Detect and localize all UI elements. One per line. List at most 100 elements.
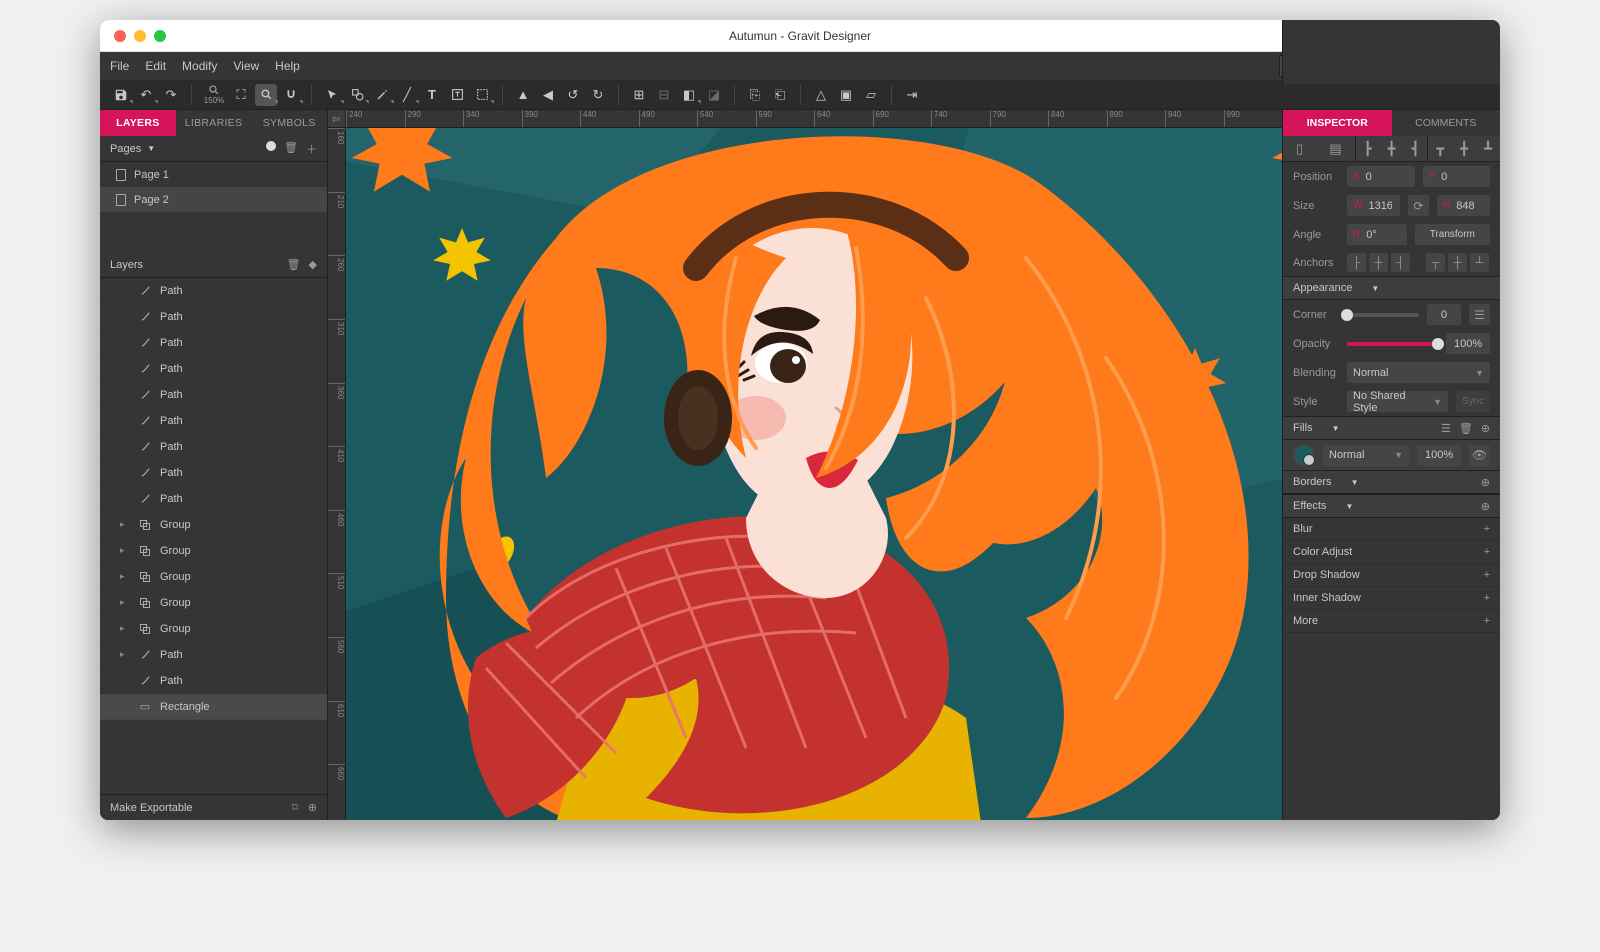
menu-view[interactable]: View [233, 59, 259, 73]
redo-button[interactable]: ↷ [160, 84, 182, 106]
anchor-right[interactable]: ┤ [1391, 253, 1410, 272]
effect-row[interactable]: Color Adjust+ [1283, 541, 1500, 564]
fill-visibility-icon[interactable]: 👁 [1469, 445, 1490, 466]
outline-path-button[interactable]: ▣ [835, 84, 857, 106]
blending-select[interactable]: Normal▼ [1347, 362, 1490, 383]
kebab-menu-icon[interactable]: ⋮ [1283, 66, 1484, 84]
fill-settings-icon[interactable]: ☰ [1441, 422, 1451, 435]
fills-section[interactable]: Fills ▼ ☰🗑⊕ [1283, 416, 1500, 440]
add-layer-icon[interactable]: ◆ [309, 258, 317, 271]
anchor-vcenter[interactable]: ┼ [1448, 253, 1467, 272]
align-right-icon[interactable]: ┫ [1411, 141, 1419, 157]
delete-layer-icon[interactable]: 🗑 [287, 258, 301, 271]
layer-row[interactable]: Path [100, 668, 327, 694]
sync-style-button[interactable]: Sync [1456, 391, 1490, 412]
align-vcenter-icon[interactable]: ╋ [1460, 141, 1468, 157]
effects-section[interactable]: Effects ▼ ⊕ [1283, 494, 1500, 518]
undo-button[interactable]: ↶ [135, 84, 157, 106]
page-row-selected[interactable]: Page 2 [100, 187, 327, 212]
tab-inspector[interactable]: INSPECTOR [1283, 110, 1392, 136]
add-border-icon[interactable]: ⊕ [1481, 476, 1490, 489]
close-window-button[interactable] [114, 30, 126, 42]
maximize-window-button[interactable] [154, 30, 166, 42]
layer-row[interactable]: Path [100, 460, 327, 486]
layer-row[interactable]: Path [100, 382, 327, 408]
export-button[interactable]: ⇥ [901, 84, 923, 106]
pen-tool-button[interactable] [371, 84, 393, 106]
layer-row[interactable]: ▸Group [100, 512, 327, 538]
delete-page-icon[interactable]: 🗑 [284, 141, 298, 157]
layer-row[interactable]: ▸Group [100, 564, 327, 590]
anchor-top[interactable]: ┬ [1426, 253, 1445, 272]
fit-screen-button[interactable]: ⛶ [230, 84, 252, 106]
layer-row[interactable]: ▸Path [100, 642, 327, 668]
export-settings-icon[interactable]: ⌑ [292, 801, 298, 814]
layer-row[interactable]: ▭Rectangle [100, 694, 327, 720]
pointer-tool-button[interactable] [321, 84, 343, 106]
align-selection-icon[interactable]: ▤ [1329, 141, 1341, 157]
master-page-icon[interactable] [266, 141, 276, 151]
ruler-unit[interactable]: px [328, 110, 346, 128]
align-top-icon[interactable]: ┳ [1436, 141, 1444, 157]
boolean-button[interactable]: ◧ [678, 84, 700, 106]
zoom-display[interactable]: 150% [201, 84, 227, 105]
ruler-horizontal[interactable]: px24029034039044049054059064069074079084… [328, 110, 1282, 128]
delete-fill-icon[interactable]: 🗑 [1459, 422, 1473, 435]
layer-row[interactable]: ▸Group [100, 538, 327, 564]
menu-edit[interactable]: Edit [145, 59, 166, 73]
transform-button[interactable]: Transform [1415, 224, 1490, 245]
slice-tool-button[interactable] [471, 84, 493, 106]
layer-row[interactable]: Path [100, 330, 327, 356]
height-field[interactable]: H [1437, 195, 1490, 216]
mask-button[interactable]: ◪ [703, 84, 725, 106]
create-symbol-button[interactable]: ⎘ [744, 84, 766, 106]
corner-slider[interactable] [1347, 313, 1419, 317]
add-export-icon[interactable]: ⊕ [308, 801, 317, 814]
layers-list[interactable]: PathPathPathPathPathPathPathPathPath▸Gro… [100, 278, 327, 794]
appearance-section[interactable]: Appearance ▼ [1283, 276, 1500, 300]
layer-row[interactable]: ▸Group [100, 616, 327, 642]
group-button[interactable]: ⊞ [628, 84, 650, 106]
shape-tool-button[interactable] [346, 84, 368, 106]
text-frame-button[interactable] [446, 84, 468, 106]
ruler-vertical[interactable]: 160210260310360410460510560610660710 [328, 128, 346, 820]
zoom-tool-button[interactable] [255, 84, 277, 106]
align-hcenter-icon[interactable]: ╋ [1388, 141, 1396, 157]
effect-row[interactable]: Blur+ [1283, 518, 1500, 541]
angle-field[interactable]: R [1347, 224, 1407, 245]
line-tool-button[interactable]: ╱ [396, 84, 418, 106]
ungroup-button[interactable]: ⊟ [653, 84, 675, 106]
anchor-hcenter[interactable]: ┼ [1369, 253, 1388, 272]
position-y-field[interactable]: Y [1423, 166, 1491, 187]
flatten-button[interactable]: ▱ [860, 84, 882, 106]
text-tool-button[interactable]: T [421, 84, 443, 106]
layer-row[interactable]: ▸Group [100, 590, 327, 616]
layer-row[interactable]: Path [100, 408, 327, 434]
menu-modify[interactable]: Modify [182, 59, 217, 73]
fill-opacity-field[interactable] [1417, 445, 1461, 466]
position-x-field[interactable]: X [1347, 166, 1415, 187]
align-left-icon[interactable]: ┣ [1364, 141, 1372, 157]
snap-button[interactable] [280, 84, 302, 106]
align-canvas-icon[interactable]: ▯ [1296, 141, 1303, 157]
layer-row[interactable]: Path [100, 356, 327, 382]
tab-symbols[interactable]: SYMBOLS [251, 110, 327, 136]
add-page-icon[interactable]: ＋ [306, 141, 317, 157]
corner-options-icon[interactable]: ☰ [1469, 304, 1490, 325]
menu-file[interactable]: File [110, 59, 129, 73]
style-select[interactable]: No Shared Style▼ [1347, 391, 1448, 412]
menu-help[interactable]: Help [275, 59, 300, 73]
flip-h-button[interactable]: ▲ [512, 84, 534, 106]
fill-blend-select[interactable]: Normal▼ [1323, 445, 1409, 466]
borders-section[interactable]: Borders ▼ ⊕ [1283, 470, 1500, 494]
convert-path-button[interactable]: △ [810, 84, 832, 106]
layer-row[interactable]: Path [100, 434, 327, 460]
effect-row[interactable]: More+ [1283, 610, 1500, 633]
add-effect-icon[interactable]: ⊕ [1481, 500, 1490, 513]
rotate-ccw-button[interactable]: ↺ [562, 84, 584, 106]
anchor-left[interactable]: ├ [1347, 253, 1366, 272]
anchor-bottom[interactable]: ┴ [1470, 253, 1489, 272]
align-bottom-icon[interactable]: ┻ [1484, 141, 1492, 157]
page-row[interactable]: Page 1 [100, 162, 327, 187]
corner-field[interactable] [1427, 304, 1461, 325]
